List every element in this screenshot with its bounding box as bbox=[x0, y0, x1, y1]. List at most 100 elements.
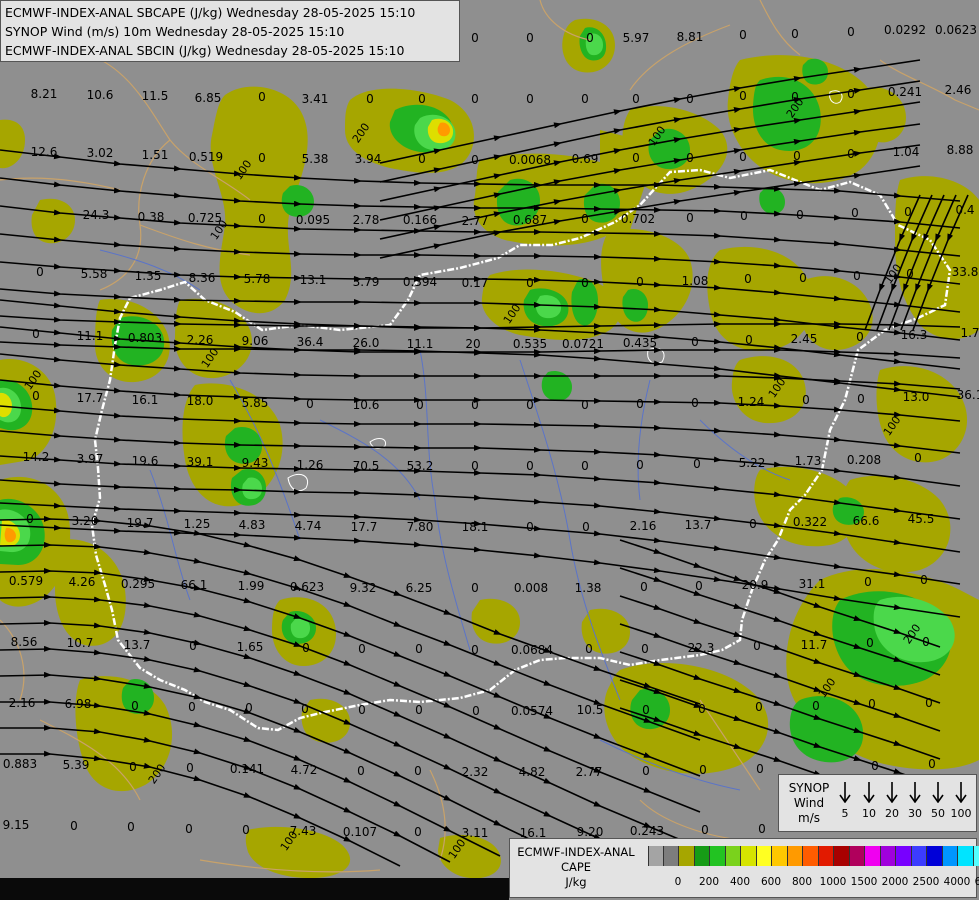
station-value: 36.1 bbox=[957, 388, 979, 402]
station-value: 0 bbox=[642, 703, 650, 717]
station-value: 0 bbox=[526, 520, 534, 534]
wind-speed-label: 100 bbox=[950, 807, 972, 820]
station-value: 0 bbox=[131, 699, 139, 713]
station-value: 0 bbox=[691, 396, 699, 410]
station-value: 0 bbox=[70, 819, 78, 833]
station-value: 0 bbox=[526, 398, 534, 412]
cape-swatch bbox=[911, 846, 927, 866]
station-value: 1.51 bbox=[142, 148, 169, 162]
station-value: 0.208 bbox=[847, 453, 881, 467]
station-value: 5.22 bbox=[739, 456, 766, 470]
station-value: 0 bbox=[471, 643, 479, 657]
station-value: 0 bbox=[526, 92, 534, 106]
station-value: 0 bbox=[581, 276, 589, 290]
station-value: 0 bbox=[302, 641, 310, 655]
station-value: 0 bbox=[129, 760, 137, 774]
cape-tick-label: 0 bbox=[674, 876, 682, 888]
station-value: 0.241 bbox=[888, 85, 922, 99]
station-value: 7.80 bbox=[407, 520, 434, 534]
station-value: 0 bbox=[758, 822, 766, 836]
wind-arrow-icon bbox=[863, 782, 875, 803]
station-value: 0 bbox=[357, 764, 365, 778]
station-value: 16.1 bbox=[132, 393, 159, 407]
station-value: 17.7 bbox=[77, 391, 104, 405]
station-value: 0 bbox=[471, 459, 479, 473]
cape-swatch bbox=[958, 846, 974, 866]
station-value: 0.322 bbox=[793, 515, 827, 529]
station-value: 0.295 bbox=[121, 577, 155, 591]
station-value: 0 bbox=[640, 580, 648, 594]
station-value: 14.2 bbox=[23, 450, 50, 464]
synop-legend-label: SYNOP Wind m/s bbox=[781, 781, 837, 826]
station-value: 0.0574 bbox=[511, 704, 553, 718]
station-value: 9.06 bbox=[242, 334, 269, 348]
station-value: 0 bbox=[418, 92, 426, 106]
station-value: 39.1 bbox=[187, 455, 214, 469]
station-value: 0 bbox=[186, 761, 194, 775]
station-value: 0 bbox=[920, 573, 928, 587]
station-value: 0 bbox=[693, 457, 701, 471]
wind-speed-label: 10 bbox=[862, 807, 876, 820]
station-value: 0 bbox=[366, 92, 374, 106]
station-value: 5.58 bbox=[81, 267, 108, 281]
station-value: 0 bbox=[471, 398, 479, 412]
station-value: 0 bbox=[922, 635, 930, 649]
station-value: 0 bbox=[472, 704, 480, 718]
station-value: 0.687 bbox=[513, 213, 547, 227]
station-value: 0 bbox=[418, 152, 426, 166]
station-value: 9.43 bbox=[242, 456, 269, 470]
station-value: 0 bbox=[739, 28, 747, 42]
station-value: 0.38 bbox=[138, 210, 165, 224]
station-value: 0 bbox=[756, 762, 764, 776]
station-value: 0 bbox=[306, 397, 314, 411]
cape-tick-label: 1500 bbox=[850, 876, 878, 888]
cape-tick-label: 400 bbox=[729, 876, 751, 888]
station-value: 33.8 bbox=[952, 265, 979, 279]
cape-label-line: CAPE bbox=[560, 860, 592, 874]
cape-tick-label: 4000 bbox=[943, 876, 971, 888]
station-value: 0 bbox=[796, 208, 804, 222]
title-line-wind: SYNOP Wind (m/s) 10m Wednesday 28-05-202… bbox=[5, 24, 345, 39]
station-value: 0 bbox=[928, 757, 936, 771]
cape-tick-label: 6000 bbox=[974, 876, 979, 888]
station-value: 1.26 bbox=[297, 458, 324, 472]
station-value: 0 bbox=[581, 398, 589, 412]
station-value: 16.3 bbox=[901, 328, 928, 342]
cape-legend-label: ECMWF-INDEX-ANAL CAPE J/kg bbox=[512, 845, 640, 890]
station-value: 0.803 bbox=[128, 331, 162, 345]
station-value: 0 bbox=[739, 150, 747, 164]
station-value: 0 bbox=[416, 398, 424, 412]
station-value: 0 bbox=[753, 639, 761, 653]
station-value: 2.16 bbox=[630, 519, 657, 533]
cape-swatch bbox=[772, 846, 788, 866]
cape-swatch bbox=[803, 846, 819, 866]
cape-swatch bbox=[942, 846, 958, 866]
weather-map[interactable]: 200 100 100 200 100 100 100 100 100 100 200 100 200 1… bbox=[0, 0, 979, 900]
station-value: 0 bbox=[853, 269, 861, 283]
station-value: 0.579 bbox=[9, 574, 43, 588]
station-value: 2.45 bbox=[791, 332, 818, 346]
station-value: 0 bbox=[636, 275, 644, 289]
station-value: 0.435 bbox=[623, 336, 657, 350]
station-value: 0 bbox=[695, 579, 703, 593]
station-value: 0 bbox=[686, 92, 694, 106]
station-value: 0 bbox=[258, 212, 266, 226]
station-value: 5.38 bbox=[302, 152, 329, 166]
station-value: 2.26 bbox=[187, 333, 214, 347]
station-value: 0 bbox=[856, 330, 864, 344]
station-value: 0 bbox=[799, 271, 807, 285]
station-value: 1.65 bbox=[237, 640, 264, 654]
wind-sample-10: 10 bbox=[857, 781, 881, 820]
station-value: 13.1 bbox=[300, 273, 327, 287]
station-value: 6.85 bbox=[195, 91, 222, 105]
station-value: 0 bbox=[526, 31, 534, 45]
station-value: 0 bbox=[415, 642, 423, 656]
cape-swatch bbox=[834, 846, 850, 866]
station-value: 0 bbox=[793, 149, 801, 163]
wind-arrow-icon bbox=[909, 782, 921, 803]
cape-tick-label: 800 bbox=[791, 876, 813, 888]
station-value: 0.4 bbox=[955, 203, 974, 217]
station-value: 0 bbox=[906, 267, 914, 281]
station-value: 0 bbox=[301, 702, 309, 716]
station-value: 0 bbox=[871, 759, 879, 773]
